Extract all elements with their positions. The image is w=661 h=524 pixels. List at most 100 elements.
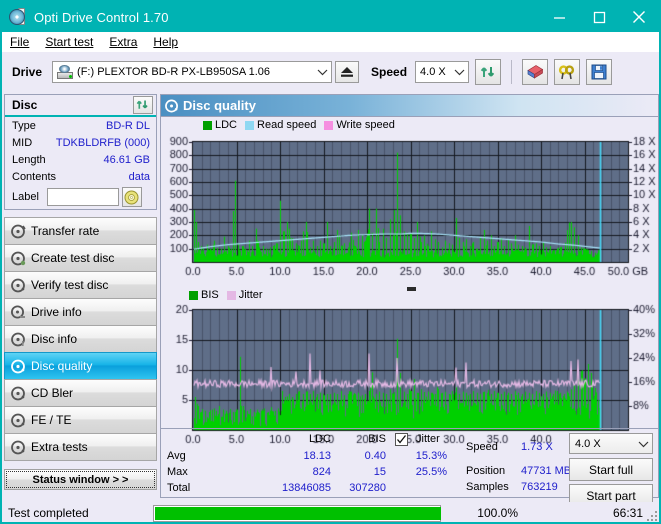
legend-item-write-speed: Write speed: [324, 119, 395, 131]
menu-extra[interactable]: Extra: [109, 35, 137, 49]
sidebar-item-disc-quality[interactable]: Disc quality: [4, 352, 157, 380]
sidebar-item-fe-te[interactable]: FE / TE: [4, 406, 157, 434]
status-window-button[interactable]: Status window > >: [4, 469, 157, 490]
disc-quality-charts-canvas[interactable]: [161, 117, 658, 450]
close-icon[interactable]: [619, 2, 659, 32]
resize-grip-icon[interactable]: [647, 511, 659, 523]
sidebar-item-disc-info[interactable]: Disc info: [4, 325, 157, 353]
disc-info-box: Disc Type BD-R DL MID TDKBLDRFB (000) Le…: [4, 94, 157, 210]
disc-icon: [161, 99, 183, 113]
app-disc-icon: [9, 8, 27, 26]
drive-select[interactable]: (F:) PLEXTOR BD-R PX-LB950SA 1.06: [52, 61, 333, 83]
jitter-checkbox[interactable]: [395, 433, 408, 446]
disc-icon: [5, 224, 31, 239]
disc-refresh-button[interactable]: [133, 96, 153, 114]
sidebar-item-transfer-rate[interactable]: Transfer rate: [4, 217, 157, 245]
window-title: Opti Drive Control 1.70: [34, 9, 169, 25]
start-full-button[interactable]: Start full: [569, 458, 653, 481]
progress-bar: [153, 504, 441, 522]
sidebar-item-drive-info[interactable]: Drive info: [4, 298, 157, 326]
bis-chart-legend: BIS Jitter: [189, 289, 271, 301]
erase-button[interactable]: [522, 59, 549, 85]
disc-icon: [5, 386, 31, 401]
sidebar-item-label: Drive info: [31, 305, 82, 319]
sidebar-item-label: Disc info: [31, 332, 78, 346]
status-message: Test completed: [8, 506, 89, 520]
minimize-icon[interactable]: [539, 2, 579, 32]
menu-start-test-label: Start test: [45, 35, 94, 49]
page-title: Disc quality: [183, 98, 256, 113]
menu-help[interactable]: Help: [153, 35, 178, 49]
disc-length-key: Length: [12, 153, 46, 166]
legend-item-bis: BIS: [189, 289, 219, 301]
stats-max-bis: 15: [373, 466, 386, 478]
sidebar-item-extra-tests[interactable]: Extra tests: [4, 433, 157, 461]
stats-max-jitter: 25.5%: [415, 466, 447, 478]
sidebar-item-label: CD Bler: [31, 386, 74, 400]
sidebar-item-label: Extra tests: [31, 440, 88, 454]
toolbar-separator: [511, 60, 513, 84]
refresh-icon: [136, 100, 148, 109]
disc-info-title: Disc: [12, 98, 38, 112]
disc-mid-key: MID: [12, 136, 33, 149]
legend-item-read-speed: Read speed: [245, 119, 316, 131]
maximize-icon[interactable]: [579, 2, 619, 32]
stats-row-total-label: Total: [167, 482, 191, 494]
test-speed-select[interactable]: 4.0 X: [569, 433, 653, 454]
drive-label: Drive: [12, 65, 43, 79]
floppy-save-icon: [591, 64, 607, 80]
disc-icon: [5, 440, 31, 455]
eject-button[interactable]: [335, 61, 360, 83]
legend-swatch: [226, 290, 236, 300]
legend-label: Jitter: [238, 289, 263, 301]
sidebar-item-label: FE / TE: [31, 413, 72, 427]
drive-toolbar: Drive (F:) PLEXTOR BD-R PX-LB950SA 1.06 …: [2, 52, 659, 92]
tools-button[interactable]: [554, 59, 581, 85]
save-button[interactable]: [586, 59, 613, 85]
disc-icon: [5, 413, 31, 428]
content-panel: Disc quality LDC Read speed Write speed …: [160, 94, 659, 507]
menu-extra-label: Extra: [109, 35, 138, 49]
speed-select-value: 4.0 X: [420, 66, 446, 78]
stats-speed-label: Speed: [466, 441, 498, 453]
sidebar-item-create-test-disc[interactable]: Create test disc: [4, 244, 157, 272]
stats-col-jitter: Jitter: [416, 433, 440, 445]
disc-label-key: Label: [12, 191, 39, 203]
stats-row-avg-label: Avg: [167, 450, 186, 462]
stats-panel: LDC BIS Jitter Avg 18.13 0.40 15.3% Max …: [161, 428, 658, 507]
refresh-button[interactable]: [475, 59, 502, 85]
disc-icon: [5, 332, 31, 347]
sidebar-item-label: Transfer rate: [31, 224, 100, 238]
sidebar-item-label: Disc quality: [31, 359, 93, 373]
menu-bar: File Start test Extra Help: [2, 32, 659, 52]
stats-samples-value: 763219: [521, 481, 558, 493]
disc-icon: [124, 190, 139, 204]
sidebar-item-verify-test-disc[interactable]: Verify test disc: [4, 271, 157, 299]
stats-total-bis: 307280: [349, 482, 386, 494]
menu-file[interactable]: File: [10, 35, 29, 49]
stats-avg-bis: 0.40: [364, 450, 386, 462]
window-controls: [539, 2, 659, 32]
legend-swatch: [324, 120, 334, 130]
stats-col-ldc: LDC: [308, 433, 331, 445]
menu-file-label: File: [10, 35, 30, 49]
sidebar-item-cd-bler[interactable]: CD Bler: [4, 379, 157, 407]
status-window-wrap: Status window > >: [4, 469, 157, 490]
disc-info-header: Disc: [5, 95, 156, 117]
legend-item-jitter: Jitter: [226, 289, 263, 301]
disc-row-type: Type BD-R DL: [5, 117, 156, 134]
legend-swatch: [189, 290, 198, 300]
elapsed-time: 66:31: [612, 506, 643, 520]
menu-start-test[interactable]: Start test: [45, 35, 93, 49]
disc-contents-key: Contents: [12, 170, 57, 183]
test-speed-value: 4.0 X: [575, 437, 601, 450]
menu-help-label: Help: [153, 35, 179, 49]
disc-label-button[interactable]: [121, 187, 142, 207]
stats-position-value: 47731 MB: [521, 465, 572, 477]
speed-select[interactable]: 4.0 X: [415, 61, 470, 83]
disc-label-input[interactable]: [46, 188, 119, 206]
eraser-icon: [527, 65, 544, 79]
title-bar: Opti Drive Control 1.70: [2, 2, 659, 32]
speed-label: Speed: [371, 65, 408, 79]
disc-contents-value: data: [128, 170, 150, 183]
